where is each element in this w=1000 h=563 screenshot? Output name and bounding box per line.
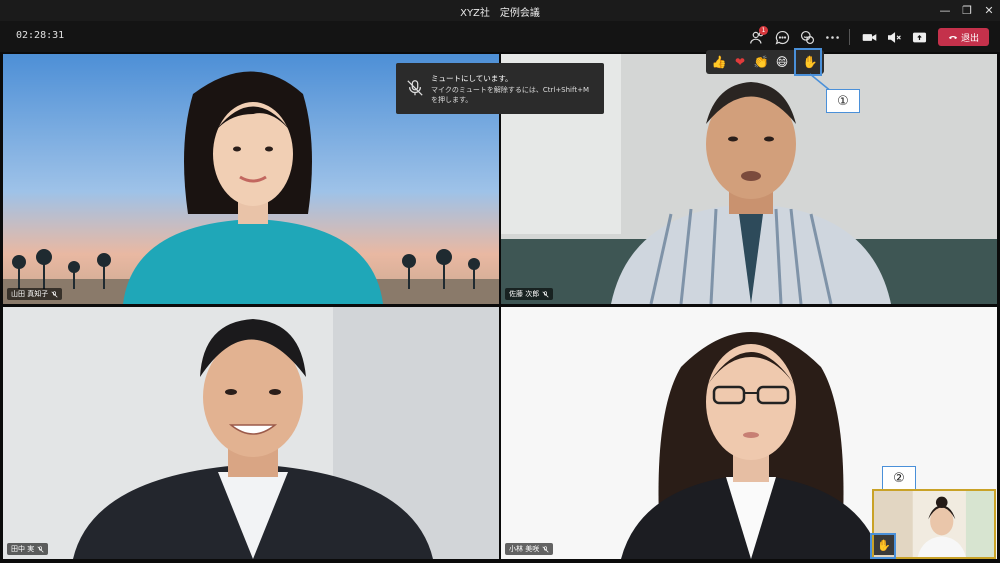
mic-off-icon xyxy=(407,80,423,96)
raised-hand-indicator: ✋ xyxy=(874,535,894,555)
mute-notification-title: ミュートにしています。 xyxy=(431,74,513,83)
participants-button[interactable]: 1 xyxy=(745,25,769,49)
share-icon xyxy=(912,32,926,42)
participant-name: 山田 真知子 xyxy=(11,290,49,298)
raise-hand-highlight xyxy=(794,48,822,76)
participant-nametag: 小林 美咲 xyxy=(505,543,554,555)
mic-muted-icon xyxy=(542,545,549,553)
participant-name: 佐藤 次郎 xyxy=(509,290,540,298)
video-tile-3[interactable]: 田中 実 xyxy=(3,307,499,559)
window-title: XYZ社 定例会議 xyxy=(460,8,540,19)
reactions-button[interactable] xyxy=(795,25,819,49)
heart-icon[interactable]: ❤ xyxy=(731,53,749,71)
mic-muted-icon xyxy=(37,545,44,553)
close-icon[interactable]: ✕ xyxy=(978,2,1000,19)
minimize-icon[interactable]: — xyxy=(934,2,956,19)
window-titlebar: XYZ社 定例会議 — ❐ ✕ xyxy=(0,0,1000,21)
callout-two: ② xyxy=(882,466,916,490)
leave-button[interactable]: 退出 xyxy=(938,28,989,46)
mute-notification-body: マイクのミュートを解除するには、Ctrl+Shift+M を押します。 xyxy=(431,86,589,104)
callout-one: ① xyxy=(826,89,860,113)
participant-nametag: 田中 実 xyxy=(7,543,49,555)
mic-muted-icon xyxy=(542,290,549,298)
chat-icon xyxy=(775,30,789,45)
toolbar-divider xyxy=(849,29,850,45)
more-button[interactable] xyxy=(820,25,844,49)
camera-icon xyxy=(862,33,876,41)
camera-button[interactable] xyxy=(857,25,881,49)
mute-notification: ミュートにしています。 マイクのミュートを解除するには、Ctrl+Shift+M… xyxy=(396,63,604,114)
participant-nametag: 佐藤 次郎 xyxy=(505,288,554,300)
reactions-icon xyxy=(800,30,814,44)
meeting-timer: 02:28:31 xyxy=(16,30,65,41)
clap-icon[interactable]: 👏 xyxy=(752,53,770,71)
thumbs-up-icon[interactable]: 👍 xyxy=(710,53,728,71)
participant-nametag: 山田 真知子 xyxy=(7,288,63,300)
phone-hangup-icon xyxy=(948,36,957,39)
participant-name: 小林 美咲 xyxy=(509,545,540,553)
restore-icon[interactable]: ❐ xyxy=(956,2,978,19)
laugh-icon[interactable]: 😄 xyxy=(773,53,791,71)
participants-badge: 1 xyxy=(759,26,768,35)
video-feed xyxy=(3,307,499,559)
speaker-mute-icon xyxy=(887,31,901,43)
meeting-toolbar: 02:28:31 1 退出 xyxy=(0,21,1000,52)
leave-label: 退出 xyxy=(960,33,979,44)
chat-button[interactable] xyxy=(770,25,794,49)
share-button[interactable] xyxy=(907,25,931,49)
more-icon xyxy=(825,35,839,39)
mic-muted-icon xyxy=(51,290,58,298)
speaker-mute-button[interactable] xyxy=(882,25,906,49)
participant-name: 田中 実 xyxy=(11,545,35,553)
